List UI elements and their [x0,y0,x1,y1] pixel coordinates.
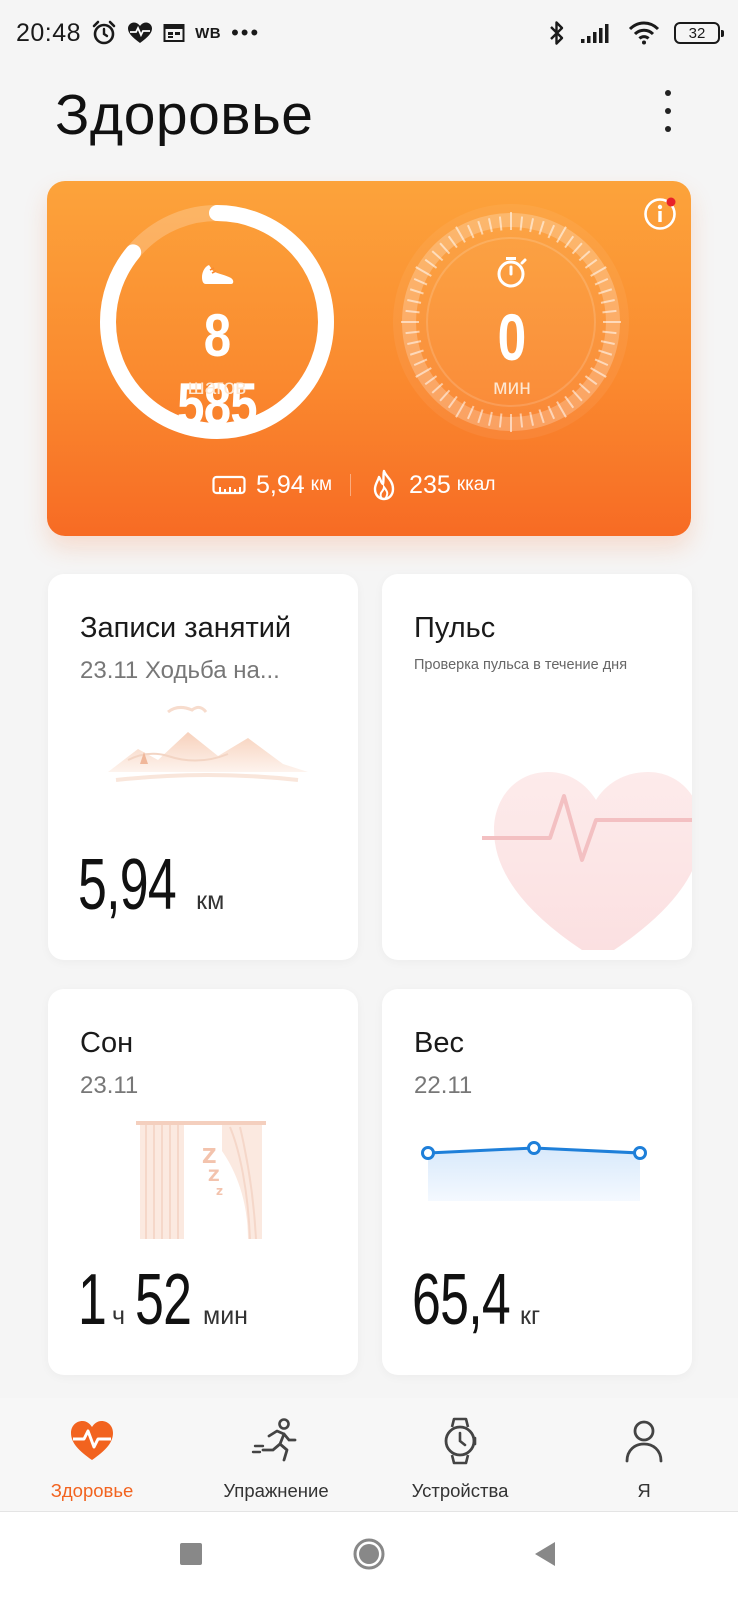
weight-point [421,1146,435,1160]
weight-date: 22.11 [414,1072,473,1099]
heart-rate-icon [128,22,153,43]
battery-icon: 32 [674,22,724,44]
nav-tab-devices[interactable]: Устройства [368,1416,552,1502]
sleep-value-row: 1 ч 52 мин [78,1259,248,1341]
more-dot [665,108,671,114]
calories-value: 235 [409,470,451,499]
person-icon [625,1420,663,1463]
more-dot [665,126,671,132]
workouts-tile[interactable]: Записи занятий 23.11 Ходьба на... 5,94 к… [48,574,358,960]
curtains-illustration: Z Z z [136,1121,266,1240]
more-options-button[interactable] [650,88,686,134]
sleep-minutes-unit: мин [203,1302,248,1330]
active-minutes-value: 0 [497,300,527,374]
weight-point [527,1141,541,1155]
recents-button[interactable] [179,1542,203,1566]
wifi-icon [628,21,660,45]
alarm-icon [92,20,116,45]
page-title: Здоровье [55,83,314,147]
distance-value: 5,94 [256,470,305,499]
active-minutes-label: мин [493,376,531,399]
weight-value: 65,4 [412,1260,511,1340]
nav-tab-label: Устройства [411,1480,509,1501]
status-right: 32 [548,19,724,47]
weight-trend-sparkline [421,1141,647,1201]
sleep-hours-value: 1 [78,1260,107,1340]
shoe-icon [202,265,234,284]
pulse-tile[interactable]: Пульс Проверка пульса в течение дня [382,574,692,960]
distance-unit: км [310,474,333,495]
home-button[interactable] [352,1537,386,1571]
workouts-title: Записи занятий [80,612,292,644]
sleep-date: 23.11 [80,1072,139,1099]
system-navigation-bar [0,1512,738,1599]
workouts-distance-unit: км [196,887,225,915]
weight-value-row: 65,4 кг [412,1259,540,1341]
sleep-tile[interactable]: Сон 23.11 Z Z z 1 ч 52 мин [48,989,358,1375]
nav-tab-label: Здоровье [50,1480,134,1501]
battery-level: 32 [688,24,706,42]
nav-tab-health[interactable]: Здоровье [0,1416,184,1502]
pulse-note: Проверка пульса в течение дня [414,657,628,673]
svg-text:Z: Z [208,1166,220,1185]
status-left: 20:48 WB ••• [16,19,260,48]
activity-summary-card[interactable]: 8 585 шагов 0 мин 5,94 км 235 ккал [47,181,691,536]
stat-divider [350,474,352,496]
bottom-navigation: Здоровье Упражнение Устройства Я [0,1398,738,1512]
pulse-title: Пульс [414,612,496,644]
nav-tab-exercise[interactable]: Упражнение [184,1416,368,1502]
more-dot [665,90,671,96]
smartwatch-icon [444,1417,477,1465]
steps-label: шагов [187,376,247,399]
workouts-subtitle: 23.11 Ходьба на... [80,657,280,684]
ruler-icon [212,475,246,495]
steps-value: 8 585 [177,302,257,438]
info-icon[interactable] [643,197,677,231]
back-button[interactable] [533,1541,557,1567]
svg-text:z: z [216,1184,223,1198]
workouts-value-row: 5,94 км [78,844,224,926]
status-bar: 20:48 WB ••• 32 [0,0,738,66]
bluetooth-icon [550,21,564,45]
carrier-tag: WB [195,24,222,42]
status-time: 20:48 [16,18,82,47]
activity-stats: 5,94 км 235 ккал [212,469,495,501]
nav-tab-label: Я [637,1480,651,1501]
sleep-minutes-value: 52 [135,1260,192,1340]
signal-icon [581,24,609,43]
mountains-illustration [108,705,308,782]
weight-unit: кг [520,1302,541,1330]
weight-tile[interactable]: Вес 22.11 65,4 кг [382,989,692,1375]
heart-pulse-icon [71,1421,113,1460]
sleep-z-icon: Z [202,1144,217,1168]
calories-unit: ккал [456,474,496,495]
calendar-icon [163,24,185,42]
weight-point [633,1146,647,1160]
more-notifications-indicator: ••• [231,20,261,45]
heart-illustration [482,772,692,950]
flame-icon [373,469,395,501]
running-person-icon [251,1418,297,1462]
weight-title: Вес [414,1027,464,1059]
sleep-hours-unit: ч [112,1302,126,1330]
sleep-title: Сон [80,1027,134,1059]
nav-tab-label: Упражнение [223,1480,329,1501]
workouts-distance-value: 5,94 [78,845,177,925]
nav-tab-me[interactable]: Я [552,1416,736,1502]
